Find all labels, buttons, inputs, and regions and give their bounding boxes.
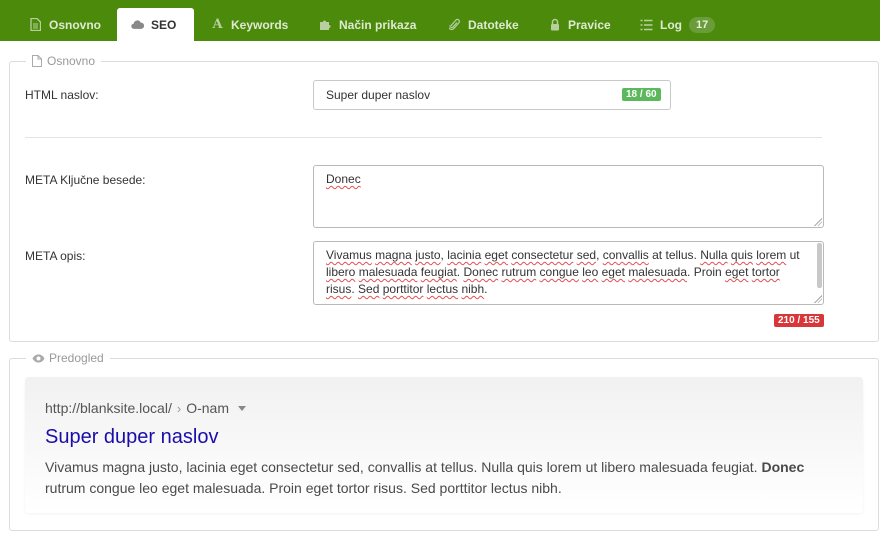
tab-nacin-prikaza[interactable]: Način prikaza	[305, 8, 430, 41]
tab-seo[interactable]: SEO	[117, 8, 194, 41]
cloud-icon	[131, 18, 144, 31]
predogled-legend: Predogled	[26, 351, 110, 365]
meta-description-value: Vivamus magna justo, lacinia eget consec…	[326, 248, 800, 296]
html-title-value: Super duper naslov	[326, 88, 431, 102]
meta-description-textarea[interactable]: Vivamus magna justo, lacinia eget consec…	[313, 241, 824, 305]
misspelled-word: ut	[789, 248, 800, 262]
misspelled-word: Donec	[463, 265, 499, 279]
html-title-input[interactable]: Super duper naslov	[313, 80, 671, 110]
meta-keywords-label: META Ključne besede:	[25, 173, 146, 187]
legend-label: Predogled	[49, 351, 104, 365]
document-icon	[32, 55, 43, 67]
misspelled-word: Donec	[326, 172, 361, 186]
resize-grip[interactable]	[814, 218, 822, 226]
misspelled-word: leo	[582, 265, 599, 279]
scrollbar[interactable]	[817, 243, 822, 288]
tab-label: Osnovno	[49, 17, 102, 32]
eye-icon	[32, 354, 45, 363]
misspelled-word: sed	[576, 248, 597, 262]
misspelled-word: Proin	[693, 265, 722, 279]
html-title-label: HTML naslov:	[25, 88, 99, 102]
misspelled-word: lorem	[756, 248, 787, 262]
misspelled-word: Sed	[358, 282, 380, 296]
search-result-preview: http://blanksite.local/ › O-nam Super du…	[25, 377, 863, 513]
tab-osnovno[interactable]: Osnovno	[15, 8, 115, 41]
list-icon	[640, 18, 653, 31]
tab-keywords[interactable]: A Keywords	[197, 8, 302, 41]
preview-breadcrumb: http://blanksite.local/ › O-nam	[45, 400, 246, 416]
legend-label: Osnovno	[47, 54, 96, 68]
misspelled-word: tellus	[665, 248, 694, 262]
misspelled-word: rutrum	[501, 265, 537, 279]
misspelled-word: magna	[375, 248, 412, 262]
misspelled-word: lacinia	[447, 248, 482, 262]
misspelled-word: malesuada	[358, 265, 418, 279]
resize-grip[interactable]	[814, 295, 822, 303]
misspelled-word: porttitor	[382, 282, 424, 296]
caret-down-icon	[238, 405, 246, 411]
tab-label: Keywords	[231, 17, 289, 32]
tab-bar: Osnovno SEO A Keywords Način prikaza Dat…	[0, 0, 880, 41]
misspelled-word: at	[652, 248, 663, 262]
misspelled-word: eget	[484, 248, 508, 262]
meta-description-label: META opis:	[25, 249, 86, 263]
meta-keywords-value: Donec	[326, 172, 361, 186]
preview-description-text: Vivamus magna justo, lacinia eget consec…	[45, 459, 758, 475]
divider	[25, 137, 822, 138]
chevron-right-icon: ›	[176, 400, 182, 416]
tab-pravice[interactable]: Pravice	[534, 8, 625, 41]
title-length-counter: 18 / 60	[622, 88, 661, 101]
preview-description-bold: Donec	[761, 459, 805, 475]
misspelled-word: malesuada	[628, 265, 688, 279]
document-icon	[29, 18, 42, 31]
misspelled-word: tortor	[751, 265, 780, 279]
tab-label: Log	[660, 17, 682, 32]
misspelled-word: convallis	[602, 248, 649, 262]
osnovno-legend: Osnovno	[26, 54, 102, 68]
misspelled-word: consectetur	[511, 248, 574, 262]
meta-keywords-textarea[interactable]: Donec	[313, 165, 824, 228]
misspelled-word: justo	[415, 248, 441, 262]
preview-description-text: rutrum congue leo eget malesuada. Proin …	[45, 480, 562, 496]
log-count-badge: 17	[689, 16, 716, 33]
paperclip-icon	[448, 18, 461, 31]
font-icon: A	[212, 17, 223, 32]
misspelled-word: lectus	[426, 282, 459, 296]
preview-url: http://blanksite.local/	[45, 400, 172, 416]
misspelled-word: risus	[326, 282, 352, 296]
tab-label: SEO	[151, 17, 177, 32]
tab-label: Pravice	[568, 17, 611, 32]
tab-log[interactable]: Log 17	[626, 8, 729, 41]
misspelled-word: libero	[326, 265, 356, 279]
description-length-counter: 210 / 155	[774, 314, 824, 327]
tab-label: Datoteke	[468, 17, 519, 32]
misspelled-word: eget	[725, 265, 749, 279]
misspelled-word: eget	[601, 265, 625, 279]
puzzle-icon	[319, 18, 332, 31]
misspelled-word: Nulla	[700, 248, 728, 262]
tab-label: Način prikaza	[339, 17, 417, 32]
preview-description: Vivamus magna justo, lacinia eget consec…	[45, 457, 835, 499]
lock-icon	[548, 18, 561, 31]
misspelled-word: Vivamus	[326, 248, 372, 262]
misspelled-word: congue	[539, 265, 579, 279]
preview-title: Super duper naslov	[45, 426, 219, 448]
misspelled-word: nibh	[461, 282, 485, 296]
preview-breadcrumb-item: O-nam	[186, 400, 229, 416]
tab-datoteke[interactable]: Datoteke	[434, 8, 533, 41]
misspelled-word: feugiat	[420, 265, 457, 279]
misspelled-word: quis	[730, 248, 753, 262]
